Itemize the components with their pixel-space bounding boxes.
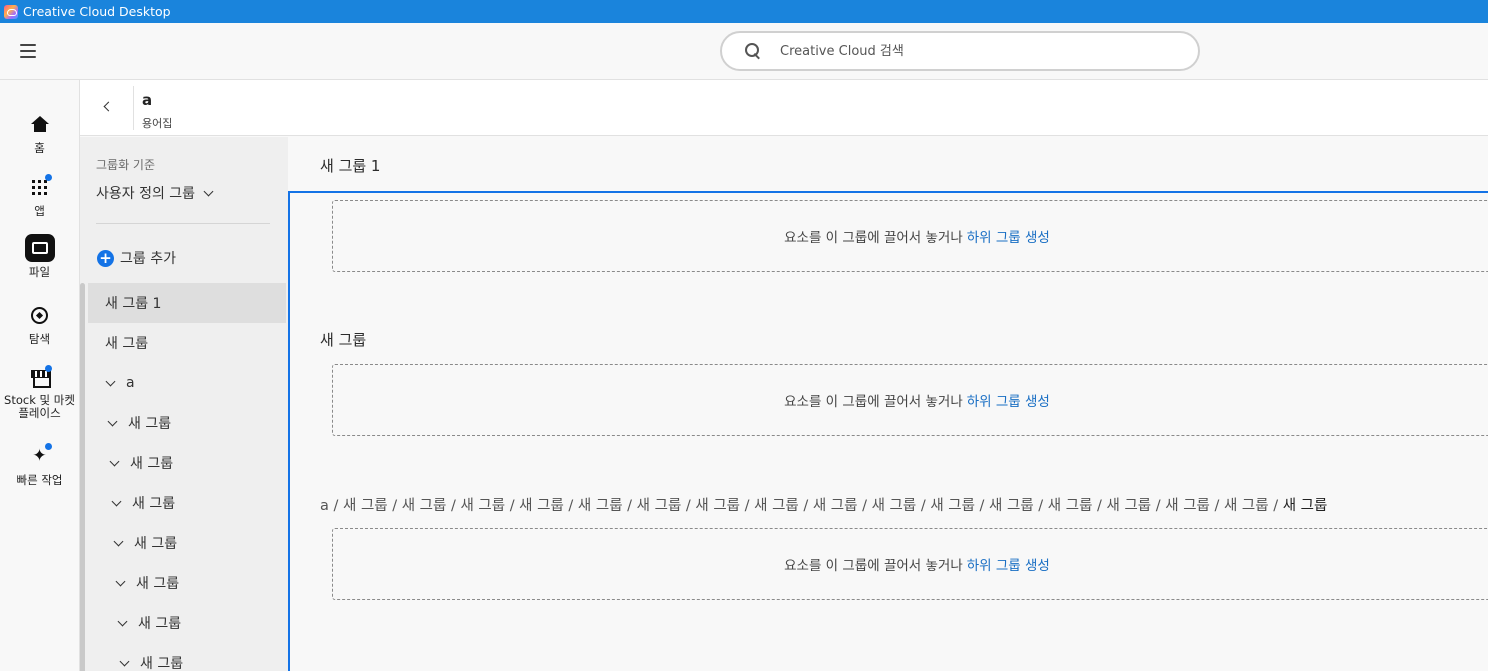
nav-quick-label: 빠른 작업 [16, 473, 63, 487]
section-title: 새 그룹 1 [320, 157, 381, 175]
nav-stock-label: Stock 및 마켓플레이스 [4, 393, 75, 420]
apps-grid-icon [32, 179, 47, 195]
chevron-down-icon[interactable] [115, 576, 126, 586]
group-item-label: 새 그룹 [105, 336, 149, 352]
search-box[interactable] [720, 31, 1200, 71]
chevron-down-icon[interactable] [119, 656, 130, 666]
menu-icon[interactable] [20, 44, 36, 58]
drop-zone[interactable]: 요소를 이 그룹에 끌어서 놓거나 하위 그룹 생성 [332, 528, 1488, 600]
nav-stock[interactable]: Stock 및 마켓플레이스 [0, 364, 79, 420]
group-item-label: 새 그룹 [134, 536, 178, 552]
storefront-icon [30, 370, 51, 388]
drop-zone[interactable]: 요소를 이 그룹에 끌어서 놓거나 하위 그룹 생성 [332, 364, 1488, 436]
chevron-down-icon[interactable] [109, 456, 120, 466]
home-icon [30, 116, 49, 132]
compass-icon [31, 306, 48, 324]
group-by-value: 사용자 정의 그룹 [96, 186, 196, 202]
drop-zone-text: 요소를 이 그룹에 끌어서 놓거나 [784, 230, 963, 246]
group-path-current: 새 그룹 [1282, 498, 1328, 514]
drop-zone-text: 요소를 이 그룹에 끌어서 놓거나 [784, 394, 963, 410]
group-item-label: a [126, 375, 135, 391]
group-list-item[interactable]: 새 그룹 [88, 523, 286, 563]
drop-zone-text: 요소를 이 그룹에 끌어서 놓거나 [784, 558, 963, 574]
nav-home[interactable]: 홈 [0, 110, 79, 156]
notification-dot [44, 443, 52, 450]
group-list: 새 그룹 1 새 그룹 a 새 그룹 새 그룹 새 그룹 새 그룹 새 그룹 새… [88, 283, 286, 671]
group-by-dropdown[interactable]: 사용자 정의 그룹 [96, 183, 214, 203]
scrollbar[interactable] [80, 283, 85, 671]
page-title: a [142, 91, 153, 109]
group-item-label: 새 그룹 [132, 496, 176, 512]
group-item-label: 새 그룹 [128, 416, 172, 432]
chevron-down-icon[interactable] [111, 496, 122, 506]
group-list-item[interactable]: 새 그룹 [88, 563, 286, 603]
chevron-down-icon[interactable] [107, 416, 118, 426]
notification-dot [44, 174, 52, 181]
nav-home-label: 홈 [34, 141, 45, 155]
plus-circle-icon: + [97, 249, 114, 267]
search-icon [744, 42, 762, 60]
add-group-label: 그룹 추가 [120, 251, 176, 267]
folder-icon [31, 242, 48, 254]
notification-dot [44, 365, 52, 372]
chevron-down-icon[interactable] [117, 616, 128, 626]
group-item-label: 새 그룹 [138, 616, 182, 632]
left-nav-rail: 홈 앱 파일 탐색 Stock 및 마켓플레이스 ✦ 빠른 작업 [0, 80, 80, 671]
nav-files-label: 파일 [28, 265, 51, 279]
group-item-label: 새 그룹 1 [105, 296, 162, 312]
chevron-down-icon[interactable] [113, 536, 124, 546]
group-list-item[interactable]: 새 그룹 [88, 483, 286, 523]
title-bar: Creative Cloud Desktop [0, 0, 1488, 23]
group-item-label: 새 그룹 [136, 576, 180, 592]
header-divider [133, 86, 134, 130]
group-list-item[interactable]: 새 그룹 [88, 643, 286, 671]
create-subgroup-link[interactable]: 하위 그룹 생성 [967, 226, 1050, 246]
nav-apps-label: 앱 [34, 204, 45, 218]
group-path: a / 새 그룹 / 새 그룹 / 새 그룹 / 새 그룹 / 새 그룹 / 새… [320, 494, 1327, 515]
sparkle-icon: ✦ [32, 445, 47, 466]
nav-discover[interactable]: 탐색 [0, 301, 79, 347]
group-path-prefix: a / 새 그룹 / 새 그룹 / 새 그룹 / 새 그룹 / 새 그룹 / 새… [320, 498, 1283, 514]
divider [96, 223, 270, 224]
page-subtitle: 용어집 [142, 117, 173, 130]
chevron-down-icon[interactable] [105, 376, 116, 386]
nav-apps[interactable]: 앱 [0, 173, 79, 219]
group-list-item[interactable]: 새 그룹 [88, 443, 286, 483]
section-title: 새 그룹 [320, 331, 367, 349]
drop-zone[interactable]: 요소를 이 그룹에 끌어서 놓거나 하위 그룹 생성 [332, 200, 1488, 272]
top-bar [0, 23, 1488, 80]
nav-files[interactable]: 파일 [0, 234, 79, 280]
group-list-item[interactable]: 새 그룹 [88, 403, 286, 443]
group-item-label: 새 그룹 [140, 656, 184, 671]
group-item-label: 새 그룹 [130, 456, 174, 472]
group-by-label: 그룹화 기준 [96, 158, 156, 172]
nav-quick-actions[interactable]: ✦ 빠른 작업 [0, 442, 79, 488]
group-list-item[interactable]: 새 그룹 1 [88, 283, 286, 323]
group-list-item[interactable]: 새 그룹 [88, 323, 286, 363]
create-subgroup-link[interactable]: 하위 그룹 생성 [967, 554, 1050, 574]
page-header: a 용어집 [80, 80, 1488, 136]
group-list-item[interactable]: 새 그룹 [88, 603, 286, 643]
window-title: Creative Cloud Desktop [23, 4, 171, 19]
chevron-down-icon [203, 186, 214, 196]
nav-discover-label: 탐색 [28, 332, 51, 346]
group-list-item[interactable]: a [88, 363, 286, 403]
add-group-button[interactable]: + 그룹 추가 [97, 248, 176, 268]
back-icon[interactable] [100, 98, 116, 116]
create-subgroup-link[interactable]: 하위 그룹 생성 [967, 390, 1050, 410]
creative-cloud-logo-icon [4, 4, 18, 19]
search-input[interactable] [780, 43, 1160, 59]
group-panel: 그룹화 기준 사용자 정의 그룹 + 그룹 추가 새 그룹 1 새 그룹 a 새… [80, 137, 288, 671]
content-area: 새 그룹 1 요소를 이 그룹에 끌어서 놓거나 하위 그룹 생성 새 그룹 요… [288, 137, 1488, 671]
